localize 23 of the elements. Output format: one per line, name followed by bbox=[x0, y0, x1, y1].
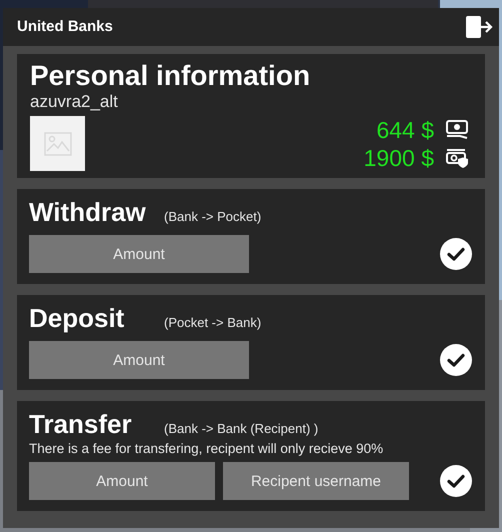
card-shield-icon bbox=[446, 148, 468, 168]
amount-field[interactable]: Amount bbox=[29, 462, 215, 500]
section-subtitle: (Bank -> Bank (Recipent) ) bbox=[164, 420, 318, 438]
username: azuvra2_alt bbox=[30, 92, 119, 112]
confirm-button[interactable] bbox=[440, 465, 472, 497]
image-icon bbox=[44, 132, 72, 156]
section-subtitle: (Bank -> Pocket) bbox=[164, 208, 262, 226]
fee-note: There is a fee for transfering, recipent will only recieve 90% bbox=[29, 440, 384, 458]
section-title: Transfer bbox=[29, 409, 133, 439]
section-title: Personal information bbox=[30, 60, 312, 92]
window-title: United Banks bbox=[17, 16, 113, 37]
balance-amount: 1900 $ bbox=[364, 144, 434, 173]
amount-field[interactable]: Amount bbox=[29, 341, 249, 379]
banknote-icon bbox=[446, 120, 468, 140]
section-title: Withdraw bbox=[29, 197, 147, 227]
confirm-button[interactable] bbox=[440, 344, 472, 376]
section-subtitle: (Pocket -> Bank) bbox=[164, 314, 262, 332]
balance-amount: 644 $ bbox=[376, 116, 434, 145]
section-title: Deposit bbox=[29, 303, 126, 333]
confirm-button[interactable] bbox=[440, 238, 472, 270]
amount-field[interactable]: Amount bbox=[29, 235, 249, 273]
exit-icon bbox=[465, 15, 493, 39]
amount-field[interactable]: Recipent username bbox=[223, 462, 409, 500]
